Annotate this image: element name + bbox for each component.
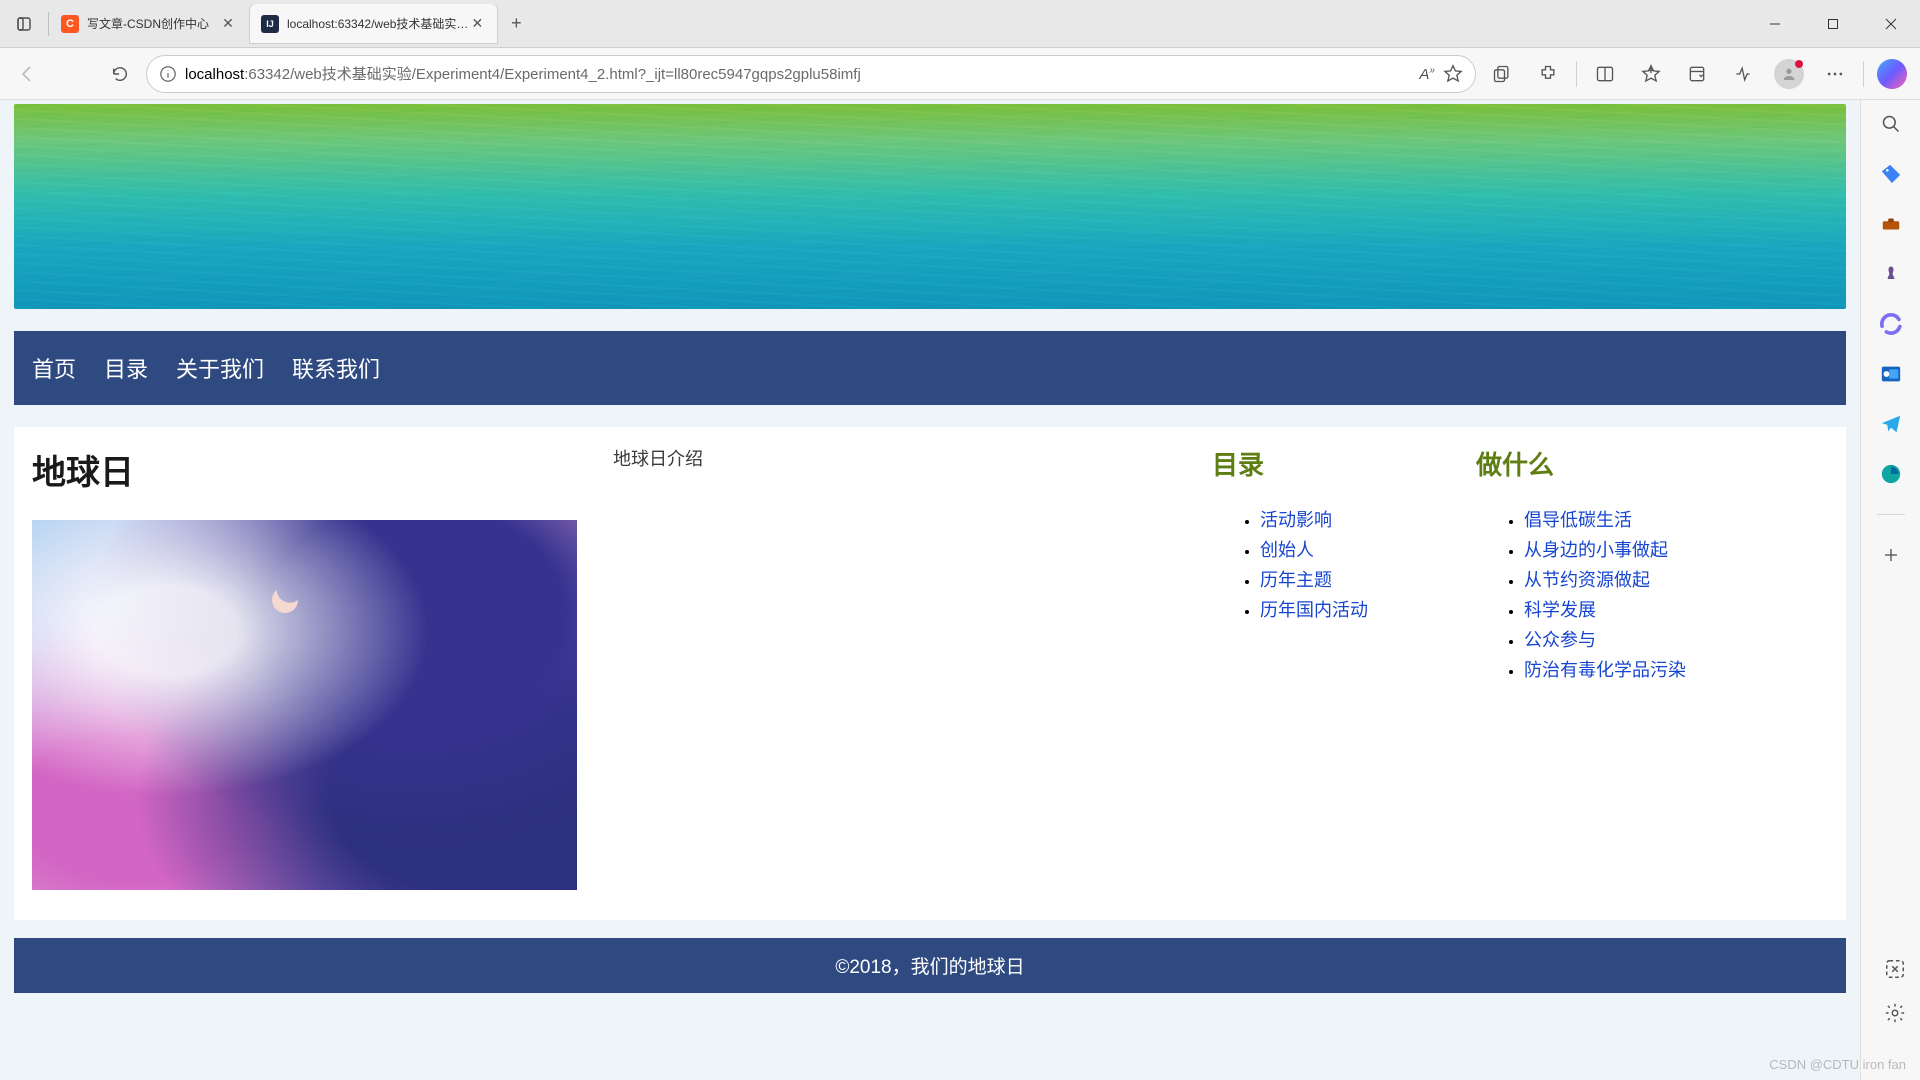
browser-toolbar: localhost:63342/web技术基础实验/Experiment4/Ex… (0, 48, 1920, 100)
address-bar[interactable]: localhost:63342/web技术基础实验/Experiment4/Ex… (146, 55, 1476, 93)
tab-csdn[interactable]: C 写文章-CSDN创作中心 ✕ (49, 4, 249, 44)
nav-home[interactable]: 首页 (18, 352, 90, 384)
divider (1877, 514, 1905, 515)
tab-label: localhost:63342/web技术基础实… (287, 15, 468, 32)
todo-link[interactable]: 倡导低碳生活 (1524, 510, 1632, 530)
close-icon[interactable]: ✕ (219, 15, 237, 33)
avatar (1774, 59, 1804, 89)
tab-label: 写文章-CSDN创作中心 (87, 15, 219, 32)
favorites-icon[interactable] (1631, 54, 1671, 94)
list-item: 活动影响 (1260, 506, 1448, 532)
nav-about[interactable]: 关于我们 (162, 352, 278, 384)
list-item: 科学发展 (1524, 596, 1828, 622)
nav-toc[interactable]: 目录 (90, 352, 162, 384)
watermark: CSDN @CDTU iron fan (1769, 1057, 1906, 1072)
telegram-icon[interactable] (1877, 410, 1905, 438)
refresh-button[interactable] (100, 54, 140, 94)
maximize-button[interactable] (1804, 0, 1862, 48)
tools-icon[interactable] (1877, 210, 1905, 238)
site-nav: 首页 目录 关于我们 联系我们 (14, 331, 1846, 405)
list-item: 公众参与 (1524, 626, 1828, 652)
favorite-icon[interactable] (1443, 64, 1463, 84)
list-item: 倡导低碳生活 (1524, 506, 1828, 532)
toc-list: 活动影响 创始人 历年主题 历年国内活动 (1212, 506, 1448, 622)
site-info-icon[interactable] (159, 65, 177, 83)
todo-list: 倡导低碳生活 从身边的小事做起 从节约资源做起 科学发展 公众参与 防治有毒化学… (1476, 506, 1828, 682)
intellij-icon: IJ (261, 15, 279, 33)
screenshot-icon[interactable] (1884, 958, 1908, 982)
todo-link[interactable]: 防治有毒化学品污染 (1524, 660, 1686, 680)
collections-copy-icon[interactable] (1482, 54, 1522, 94)
toc-title: 目录 (1212, 445, 1448, 482)
list-item: 历年国内活动 (1260, 596, 1448, 622)
back-button[interactable] (8, 54, 48, 94)
new-tab-button[interactable]: + (498, 6, 534, 42)
edge-drop-icon[interactable] (1877, 460, 1905, 488)
search-icon[interactable] (1877, 110, 1905, 138)
outlook-icon[interactable] (1877, 360, 1905, 388)
extensions-icon[interactable] (1528, 54, 1568, 94)
tab-localhost[interactable]: IJ localhost:63342/web技术基础实… ✕ (249, 4, 498, 44)
todo-link[interactable]: 科学发展 (1524, 600, 1596, 620)
hero-banner (14, 104, 1846, 309)
intro-heading: 地球日介绍 (613, 445, 1184, 471)
url-text: localhost:63342/web技术基础实验/Experiment4/Ex… (185, 63, 1411, 84)
todo-link[interactable]: 公众参与 (1524, 630, 1596, 650)
toc-link[interactable]: 创始人 (1260, 540, 1314, 560)
todo-title: 做什么 (1476, 445, 1828, 482)
close-window-button[interactable] (1862, 0, 1920, 48)
edge-sidebar (1860, 100, 1920, 1080)
divider (1863, 61, 1864, 87)
profile-button[interactable] (1769, 54, 1809, 94)
divider (1576, 61, 1577, 87)
settings-icon[interactable] (1884, 1002, 1908, 1026)
todo-link[interactable]: 从身边的小事做起 (1524, 540, 1668, 560)
add-sidebar-icon[interactable] (1877, 541, 1905, 569)
toc-link[interactable]: 活动影响 (1260, 510, 1332, 530)
copilot-icon (1877, 59, 1907, 89)
list-item: 历年主题 (1260, 566, 1448, 592)
more-icon[interactable] (1815, 54, 1855, 94)
close-icon[interactable]: ✕ (468, 15, 486, 33)
sky-image (32, 520, 577, 890)
site-footer: ©2018，我们的地球日 (14, 938, 1846, 993)
tab-actions-icon[interactable] (0, 16, 48, 32)
main-content: 地球日 地球日介绍 目录 活动影响 创始人 历年主题 历年国内活动 (14, 427, 1846, 920)
page-viewport[interactable]: 首页 目录 关于我们 联系我们 地球日 地球日介绍 目录 (0, 100, 1860, 1080)
minimize-button[interactable] (1746, 0, 1804, 48)
nav-contact[interactable]: 联系我们 (278, 352, 394, 384)
performance-icon[interactable] (1723, 54, 1763, 94)
games-icon[interactable] (1877, 260, 1905, 288)
text-size-icon[interactable]: A» (1419, 65, 1435, 83)
microsoft365-icon[interactable] (1877, 310, 1905, 338)
list-item: 防治有毒化学品污染 (1524, 656, 1828, 682)
csdn-icon: C (61, 15, 79, 33)
list-item: 从节约资源做起 (1524, 566, 1828, 592)
browser-titlebar: C 写文章-CSDN创作中心 ✕ IJ localhost:63342/web技… (0, 0, 1920, 48)
list-item: 从身边的小事做起 (1524, 536, 1828, 562)
tab-strip: C 写文章-CSDN创作中心 ✕ IJ localhost:63342/web技… (49, 0, 1746, 47)
todo-link[interactable]: 从节约资源做起 (1524, 570, 1650, 590)
list-item: 创始人 (1260, 536, 1448, 562)
page-title: 地球日 (32, 445, 584, 494)
forward-button (54, 54, 94, 94)
toc-link[interactable]: 历年主题 (1260, 570, 1332, 590)
split-screen-icon[interactable] (1585, 54, 1625, 94)
collections-icon[interactable] (1677, 54, 1717, 94)
window-controls (1746, 0, 1920, 48)
copilot-button[interactable] (1872, 54, 1912, 94)
toc-link[interactable]: 历年国内活动 (1260, 600, 1368, 620)
shopping-tag-icon[interactable] (1877, 160, 1905, 188)
